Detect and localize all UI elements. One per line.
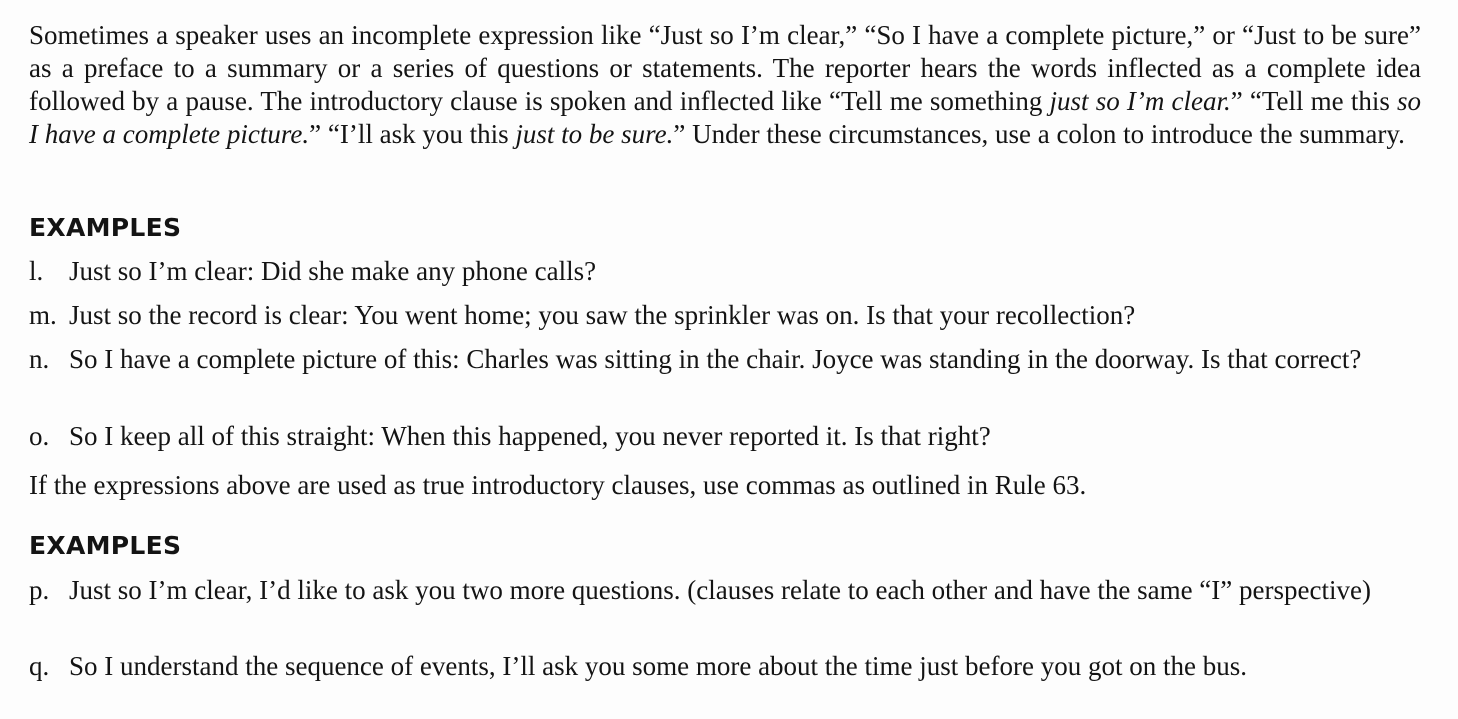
document-page: Sometimes a speaker uses an incomplete e…: [0, 0, 1458, 719]
intro-italic-3: just to be sure.: [515, 119, 674, 149]
example-item-l: l. Just so I’m clear: Did she make any p…: [29, 255, 1421, 288]
example-text: So I have a complete picture of this: Ch…: [69, 344, 1362, 374]
example-text: So I keep all of this straight: When thi…: [69, 421, 991, 451]
example-item-p: p. Just so I’m clear, I’d like to ask yo…: [29, 574, 1421, 607]
examples-heading-2: EXAMPLES: [29, 531, 182, 560]
example-label: o.: [29, 421, 50, 451]
example-label: p.: [29, 575, 50, 605]
example-text: So I understand the sequence of events, …: [69, 651, 1247, 681]
intro-text-3: ” “I’ll ask you this: [309, 119, 516, 149]
example-item-q: q. So I understand the sequence of event…: [29, 650, 1421, 683]
intro-italic-1: just so I’m clear.: [1049, 86, 1231, 116]
example-label: m.: [29, 300, 57, 330]
example-label: n.: [29, 344, 50, 374]
example-text: Just so the record is clear: You went ho…: [69, 300, 1136, 330]
example-text: Just so I’m clear, I’d like to ask you t…: [69, 575, 1371, 605]
example-item-n: n. So I have a complete picture of this:…: [29, 343, 1421, 376]
example-label: q.: [29, 651, 50, 681]
example-label: l.: [29, 256, 44, 286]
rule-note-paragraph: If the expressions above are used as tru…: [29, 470, 1087, 500]
examples-heading-1: EXAMPLES: [29, 213, 182, 242]
example-item-o: o. So I keep all of this straight: When …: [29, 420, 1421, 453]
example-text: Just so I’m clear: Did she make any phon…: [69, 256, 597, 286]
example-item-m: m. Just so the record is clear: You went…: [29, 299, 1421, 332]
intro-text-4: ” Under these circumstances, use a colon…: [673, 119, 1405, 149]
intro-paragraph: Sometimes a speaker uses an incomplete e…: [29, 19, 1421, 151]
intro-text-2: ” “Tell me this: [1230, 86, 1397, 116]
